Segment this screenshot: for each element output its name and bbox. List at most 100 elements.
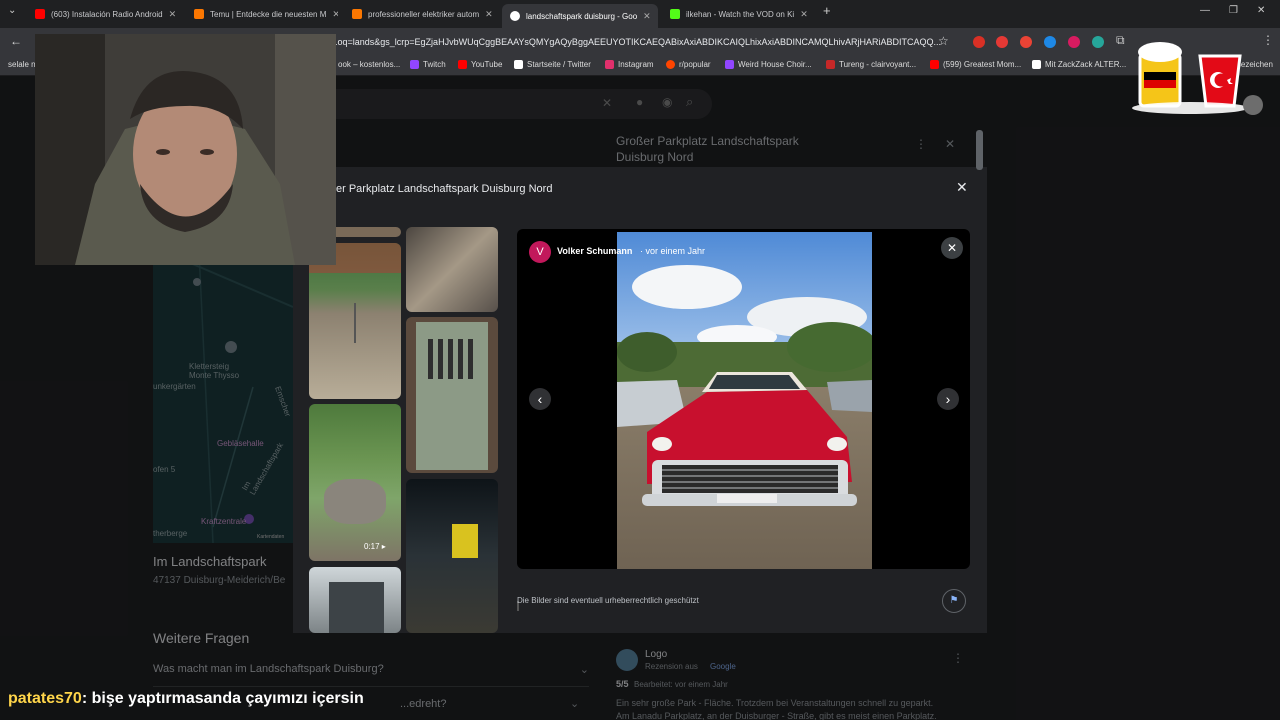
extension-icon[interactable] [1068, 36, 1080, 48]
bookmark-twitch[interactable]: Twitch [410, 60, 446, 69]
tab-search-icon[interactable]: ⌄ [8, 5, 16, 16]
tab-4-active[interactable]: landschaftspark duisburg - Goo ✕ [502, 4, 658, 28]
streamer-webcam [35, 34, 336, 265]
restore-icon[interactable]: ❐ [1229, 5, 1238, 16]
tab-5[interactable]: ilkehan - Watch the VOD on Ki ✕ [662, 4, 814, 24]
photo-thumbnail[interactable] [406, 479, 498, 633]
photo-thumbnail[interactable] [406, 317, 498, 473]
bookmark-label: Startseite / Twitter [527, 60, 591, 69]
twitch-icon [410, 60, 419, 69]
bookmark-star-icon[interactable]: ☆ [938, 34, 949, 48]
bookmark-zackzack[interactable]: Mit ZackZack ALTER... [1032, 60, 1126, 69]
tab-2[interactable]: Temu | Entdecke die neuesten M ✕ [186, 4, 338, 24]
photo-author[interactable]: Volker Schumann [557, 246, 632, 256]
chat-username: patates70 [8, 690, 82, 707]
chat-message-text: : bişe yaptırmasanda çayımızı içersin [81, 690, 364, 707]
back-icon[interactable]: ← [10, 34, 22, 48]
extension-icon[interactable] [1092, 36, 1104, 48]
extension-icon[interactable] [1020, 36, 1032, 48]
video-thumbnail[interactable]: 0:17 ▸ [309, 404, 401, 561]
beer-tea-overlay-icon [1130, 36, 1250, 114]
copyright-note: Die Bilder sind eventuell urheberrechtli… [517, 596, 699, 605]
tab-close-icon[interactable]: ✕ [169, 9, 177, 20]
extension-icon[interactable] [996, 36, 1008, 48]
tab-close-icon[interactable]: ✕ [332, 9, 338, 20]
tab-label: professioneller elektriker autom [368, 9, 480, 19]
bookmark-label: Weird House Choir... [738, 60, 812, 69]
duration-text: 0:17 [364, 542, 380, 551]
bookmark-twitter[interactable]: Startseite / Twitter [514, 60, 591, 69]
google-icon [510, 11, 520, 21]
dialog-title: er Parkplatz Landschaftspark Duisburg No… [336, 183, 553, 195]
tureng-icon [826, 60, 835, 69]
scrollbar[interactable] [976, 130, 983, 170]
tab-strip: ⌄ (603) Instalación Radio Android ✕ Temu… [0, 0, 1280, 28]
bookmark-reddit[interactable]: r/popular [666, 60, 711, 69]
bookmark-twitch-2[interactable]: Weird House Choir... [725, 60, 812, 69]
thumbnail-rock [324, 479, 386, 524]
kick-icon [670, 9, 680, 19]
extensions-puzzle-icon[interactable]: ⧉ [1116, 33, 1125, 48]
temu-icon [352, 9, 362, 19]
photo-thumbnail[interactable] [309, 243, 401, 399]
bookmark-label: (599) Greatest Mom... [943, 60, 1022, 69]
x-icon [514, 60, 523, 69]
bookmark-youtube-2[interactable]: (599) Greatest Mom... [930, 60, 1021, 69]
bookmark-label: Twitch [423, 60, 446, 69]
temu-icon [194, 9, 204, 19]
new-tab-button[interactable]: + [823, 3, 831, 18]
bookmark-youtube[interactable]: YouTube [458, 60, 502, 69]
twitch-icon [725, 60, 734, 69]
report-flag-button[interactable]: ⚑ [942, 589, 966, 613]
tab-close-icon[interactable]: ✕ [800, 9, 808, 20]
photo-thumbnail[interactable] [406, 227, 498, 312]
tab-label: landschaftspark duisburg - Goo [526, 11, 638, 21]
next-photo-icon[interactable]: › [937, 388, 959, 410]
main-photo[interactable] [617, 232, 872, 569]
thumbnail-sign [452, 524, 478, 558]
stream-chat-message: patates70: bişe yaptırmasanda çayımızı i… [8, 690, 364, 708]
thumbnail-window [329, 582, 384, 633]
previous-photo-icon[interactable]: ‹ [529, 388, 551, 410]
thumbnail-switches [428, 339, 476, 379]
close-window-icon[interactable]: ✕ [1257, 5, 1265, 16]
bookmark-label: Tureng - clairvoyant... [839, 60, 917, 69]
photo-thumbnail[interactable] [309, 567, 401, 633]
extension-icon[interactable] [973, 36, 985, 48]
tab-label: ilkehan - Watch the VOD on Ki [686, 9, 795, 19]
tab-1[interactable]: (603) Instalación Radio Android ✕ [27, 4, 177, 24]
bookmark-label: Mit ZackZack ALTER... [1045, 60, 1127, 69]
profile-avatar[interactable] [1243, 95, 1263, 115]
photo-time-text: vor einem Jahr [645, 246, 706, 256]
tab-label: Temu | Entdecke die neuesten M [210, 9, 327, 19]
bookmark-label: ook – kostenlos... [338, 60, 401, 69]
bookmark-instagram[interactable]: Instagram [605, 60, 654, 69]
bookmark-item[interactable]: selale n [8, 60, 36, 69]
address-bar[interactable]: ...oq=lands&gs_lcrp=EgZjaHJvbWUqCggBEAAY… [330, 32, 960, 52]
bookmark-label: r/popular [679, 60, 711, 69]
vintage-car-photo [617, 232, 872, 569]
menu-dots-icon[interactable]: ⋮ [1262, 33, 1274, 47]
instagram-icon [605, 60, 614, 69]
tab-close-icon[interactable]: ✕ [485, 9, 493, 20]
bookmark-facebook[interactable]: ook – kostenlos... [338, 60, 400, 69]
video-duration: 0:17 ▸ [364, 542, 386, 551]
author-avatar[interactable]: V [529, 241, 551, 263]
bookmark-label: YouTube [471, 60, 503, 69]
bookmark-label: Instagram [618, 60, 654, 69]
youtube-icon [458, 60, 467, 69]
tab-3[interactable]: professioneller elektriker autom ✕ [344, 4, 496, 24]
webcam-overlay [35, 34, 336, 265]
thumbnail-post [354, 303, 356, 343]
reddit-icon [666, 60, 675, 69]
close-viewer-icon[interactable]: ✕ [941, 237, 963, 259]
tab-label: (603) Instalación Radio Android [51, 9, 163, 19]
bookmark-tureng[interactable]: Tureng - clairvoyant... [826, 60, 916, 69]
youtube-icon [35, 9, 45, 19]
extension-icon[interactable] [1044, 36, 1056, 48]
dialog-close-button[interactable]: ✕ [956, 179, 968, 196]
youtube-icon [930, 60, 939, 69]
minimize-icon[interactable]: — [1200, 5, 1210, 16]
photo-time: · vor einem Jahr [640, 246, 706, 256]
tab-close-icon[interactable]: ✕ [643, 11, 651, 22]
